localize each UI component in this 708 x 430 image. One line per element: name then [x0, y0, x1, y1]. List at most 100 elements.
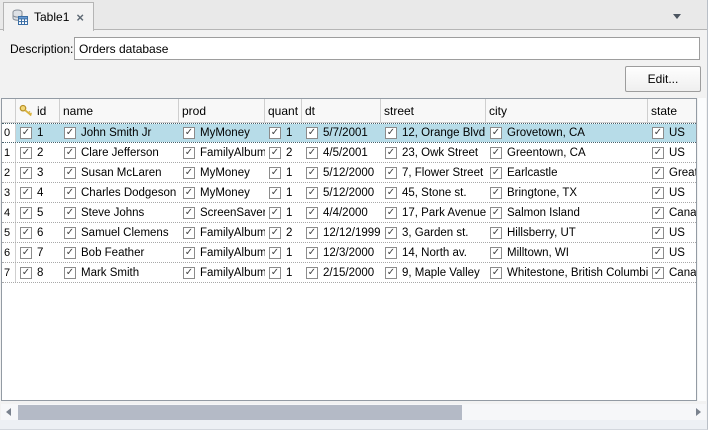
cell-checkbox[interactable]: ✓: [652, 247, 664, 259]
scroll-left-arrow-icon[interactable]: [6, 408, 11, 416]
tab-close-icon[interactable]: ×: [75, 11, 85, 24]
cell-checkbox[interactable]: ✓: [652, 207, 664, 219]
cell-text: 1: [286, 167, 292, 179]
cell-checkbox[interactable]: ✓: [652, 227, 664, 239]
cell-checkbox[interactable]: ✓: [64, 187, 76, 199]
tab-list-dropdown-icon[interactable]: [673, 14, 681, 19]
horizontal-scrollbar-thumb[interactable]: [18, 405, 462, 420]
cell-checkbox[interactable]: ✓: [269, 127, 281, 139]
cell-checkbox[interactable]: ✓: [20, 167, 32, 179]
column-header-city[interactable]: city: [486, 99, 648, 122]
table-row[interactable]: 1✓2✓Clare Jefferson✓FamilyAlbum✓2✓4/5/20…: [2, 143, 696, 163]
row-number-cell[interactable]: 6: [2, 243, 16, 262]
scroll-right-arrow-icon[interactable]: [696, 408, 701, 416]
cell-checkbox[interactable]: ✓: [306, 207, 318, 219]
row-number-cell[interactable]: 7: [2, 263, 16, 282]
cell-checkbox[interactable]: ✓: [183, 247, 195, 259]
column-header-prod[interactable]: prod: [179, 99, 265, 122]
cell-checkbox[interactable]: ✓: [20, 147, 32, 159]
column-header-id[interactable]: id: [16, 99, 60, 122]
row-number-cell[interactable]: 0: [2, 124, 16, 142]
row-number-cell[interactable]: 1: [2, 143, 16, 162]
column-header-name[interactable]: name: [60, 99, 179, 122]
row-number-cell[interactable]: 5: [2, 223, 16, 242]
cell-checkbox[interactable]: ✓: [652, 267, 664, 279]
cell-checkbox[interactable]: ✓: [306, 147, 318, 159]
cell-checkbox[interactable]: ✓: [490, 207, 502, 219]
cell-checkbox[interactable]: ✓: [183, 187, 195, 199]
cell-checkbox[interactable]: ✓: [385, 247, 397, 259]
cell-checkbox[interactable]: ✓: [64, 147, 76, 159]
table-row[interactable]: 5✓6✓Samuel Clemens✓FamilyAlbum✓2✓12/12/1…: [2, 223, 696, 243]
cell-checkbox[interactable]: ✓: [183, 207, 195, 219]
cell-checkbox[interactable]: ✓: [652, 187, 664, 199]
cell-checkbox[interactable]: ✓: [64, 227, 76, 239]
cell-checkbox[interactable]: ✓: [64, 247, 76, 259]
column-header-dt[interactable]: dt: [302, 99, 381, 122]
cell-checkbox[interactable]: ✓: [20, 127, 32, 139]
column-header-label: state: [651, 104, 677, 118]
column-header-street[interactable]: street: [381, 99, 486, 122]
cell-checkbox[interactable]: ✓: [269, 267, 281, 279]
cell-checkbox[interactable]: ✓: [64, 127, 76, 139]
description-input[interactable]: [74, 37, 700, 60]
cell-checkbox[interactable]: ✓: [306, 167, 318, 179]
cell-checkbox[interactable]: ✓: [490, 227, 502, 239]
cell-checkbox[interactable]: ✓: [490, 247, 502, 259]
cell-checkbox[interactable]: ✓: [64, 267, 76, 279]
cell-checkbox[interactable]: ✓: [490, 147, 502, 159]
cell-checkbox[interactable]: ✓: [183, 267, 195, 279]
cell-checkbox[interactable]: ✓: [183, 227, 195, 239]
cell-checkbox[interactable]: ✓: [385, 167, 397, 179]
cell-checkbox[interactable]: ✓: [269, 147, 281, 159]
horizontal-scrollbar[interactable]: [1, 404, 706, 421]
cell-checkbox[interactable]: ✓: [385, 227, 397, 239]
cell-checkbox[interactable]: ✓: [64, 207, 76, 219]
cell-checkbox[interactable]: ✓: [652, 147, 664, 159]
cell-checkbox[interactable]: ✓: [20, 267, 32, 279]
cell-checkbox[interactable]: ✓: [183, 167, 195, 179]
column-header-quant[interactable]: quant: [265, 99, 302, 122]
cell-checkbox[interactable]: ✓: [652, 127, 664, 139]
cell-checkbox[interactable]: ✓: [20, 187, 32, 199]
table-row[interactable]: 3✓4✓Charles Dodgeson✓MyMoney✓1✓5/12/2000…: [2, 183, 696, 203]
table-row[interactable]: 4✓5✓Steve Johns✓ScreenSaver✓1✓4/4/2000✓1…: [2, 203, 696, 223]
cell-checkbox[interactable]: ✓: [306, 267, 318, 279]
cell-checkbox[interactable]: ✓: [306, 247, 318, 259]
cell-checkbox[interactable]: ✓: [269, 227, 281, 239]
cell-checkbox[interactable]: ✓: [385, 187, 397, 199]
table-row[interactable]: 0✓1✓John Smith Jr✓MyMoney✓1✓5/7/2001✓12,…: [2, 123, 696, 143]
cell-checkbox[interactable]: ✓: [306, 227, 318, 239]
cell-checkbox[interactable]: ✓: [20, 207, 32, 219]
cell-checkbox[interactable]: ✓: [385, 127, 397, 139]
cell-checkbox[interactable]: ✓: [269, 207, 281, 219]
row-number-cell[interactable]: 2: [2, 163, 16, 182]
column-header-state[interactable]: state: [648, 99, 697, 122]
table-row[interactable]: 2✓3✓Susan McLaren✓MyMoney✓1✓5/12/2000✓7,…: [2, 163, 696, 183]
cell-checkbox[interactable]: ✓: [385, 267, 397, 279]
cell-checkbox[interactable]: ✓: [269, 167, 281, 179]
row-number-cell[interactable]: 4: [2, 203, 16, 222]
row-number-cell[interactable]: 3: [2, 183, 16, 202]
cell-checkbox[interactable]: ✓: [306, 127, 318, 139]
table-row[interactable]: 6✓7✓Bob Feather✓FamilyAlbum✓1✓12/3/2000✓…: [2, 243, 696, 263]
tab-table1[interactable]: Table1 ×: [3, 2, 94, 31]
cell-checkbox[interactable]: ✓: [490, 127, 502, 139]
cell-checkbox[interactable]: ✓: [183, 147, 195, 159]
cell-checkbox[interactable]: ✓: [490, 167, 502, 179]
cell-checkbox[interactable]: ✓: [183, 127, 195, 139]
cell-checkbox[interactable]: ✓: [269, 247, 281, 259]
cell-checkbox[interactable]: ✓: [306, 187, 318, 199]
cell-checkbox[interactable]: ✓: [652, 167, 664, 179]
cell-checkbox[interactable]: ✓: [20, 247, 32, 259]
edit-button[interactable]: Edit...: [625, 66, 701, 92]
cell-checkbox[interactable]: ✓: [20, 227, 32, 239]
cell-checkbox[interactable]: ✓: [269, 187, 281, 199]
cell-state: ✓Canada: [648, 203, 697, 222]
cell-checkbox[interactable]: ✓: [490, 267, 502, 279]
cell-checkbox[interactable]: ✓: [385, 207, 397, 219]
cell-checkbox[interactable]: ✓: [490, 187, 502, 199]
table-row[interactable]: 7✓8✓Mark Smith✓FamilyAlbum✓1✓2/15/2000✓9…: [2, 263, 696, 283]
cell-checkbox[interactable]: ✓: [64, 167, 76, 179]
cell-checkbox[interactable]: ✓: [385, 147, 397, 159]
